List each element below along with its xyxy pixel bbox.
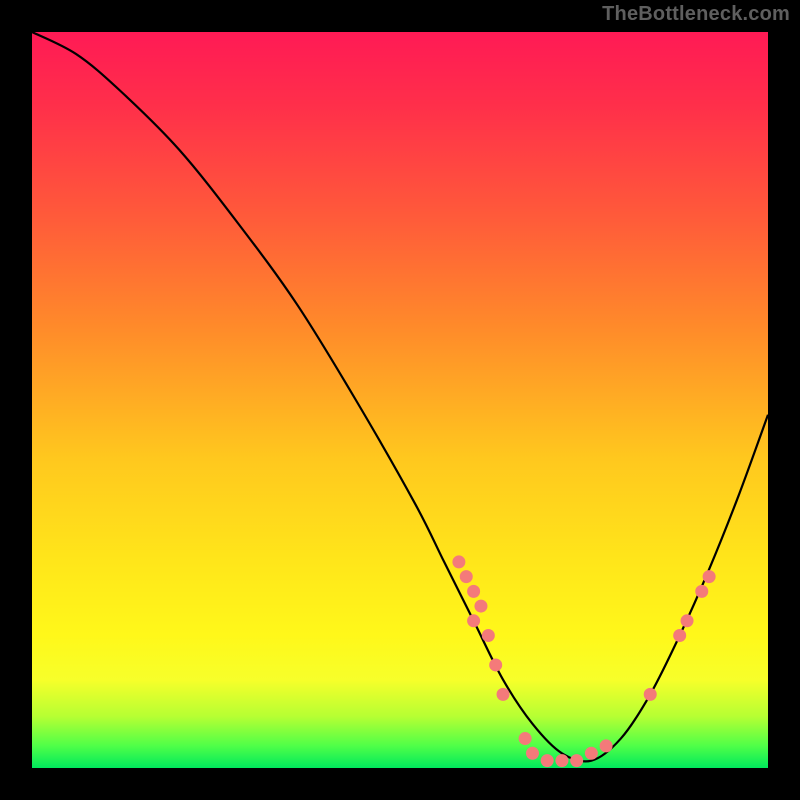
marker-dot — [489, 658, 502, 671]
marker-dot — [452, 555, 465, 568]
plot-area — [32, 32, 768, 768]
marker-dot — [570, 754, 583, 767]
marker-dot — [555, 754, 568, 767]
chart-container: TheBottleneck.com — [0, 0, 800, 800]
marker-dot — [585, 747, 598, 760]
marker-dot — [526, 747, 539, 760]
marker-dot — [644, 688, 657, 701]
bottleneck-curve — [32, 32, 768, 761]
marker-dot — [695, 585, 708, 598]
marker-dot — [541, 754, 554, 767]
marker-dot — [467, 585, 480, 598]
marker-dots-group — [452, 555, 715, 767]
marker-dot — [519, 732, 532, 745]
marker-dot — [460, 570, 473, 583]
marker-dot — [600, 739, 613, 752]
marker-dot — [474, 600, 487, 613]
marker-dot — [673, 629, 686, 642]
marker-dot — [497, 688, 510, 701]
marker-dot — [681, 614, 694, 627]
marker-dot — [467, 614, 480, 627]
curve-svg — [32, 32, 768, 768]
marker-dot — [482, 629, 495, 642]
marker-dot — [703, 570, 716, 583]
watermark-text: TheBottleneck.com — [602, 3, 790, 26]
